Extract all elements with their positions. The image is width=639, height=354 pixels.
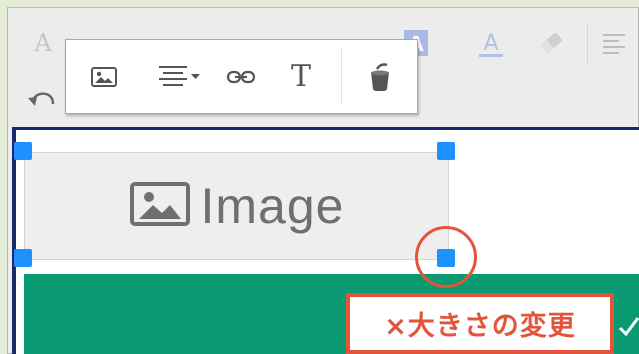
- align-lines-icon[interactable]: [598, 28, 630, 60]
- resize-handle-top-right[interactable]: [437, 142, 455, 160]
- eraser-icon[interactable]: [535, 26, 569, 60]
- remove-image-icon[interactable]: [356, 40, 404, 113]
- font-color-a-icon[interactable]: A: [28, 26, 58, 60]
- callout-text: ×大きさの変更: [384, 311, 576, 342]
- align-dropdown-icon[interactable]: [144, 40, 212, 113]
- svg-text:A: A: [483, 31, 498, 56]
- alt-text-icon[interactable]: T: [278, 40, 324, 113]
- text-color-a-icon[interactable]: A: [474, 26, 508, 62]
- annotation-callout: ×大きさの変更: [346, 293, 614, 354]
- resize-handle-top-left[interactable]: [14, 142, 32, 160]
- image-icon[interactable]: [78, 40, 130, 113]
- image-placeholder-label: Image: [200, 178, 345, 234]
- image-placeholder-icon: [129, 181, 191, 231]
- check-mark-icon: [618, 310, 639, 340]
- annotation-circle: [415, 226, 477, 288]
- undo-icon[interactable]: [26, 86, 56, 114]
- link-icon[interactable]: [218, 40, 264, 113]
- resize-handle-bottom-left[interactable]: [14, 249, 32, 267]
- image-toolbar-popup: T: [65, 39, 418, 114]
- image-placeholder[interactable]: Image: [24, 152, 449, 260]
